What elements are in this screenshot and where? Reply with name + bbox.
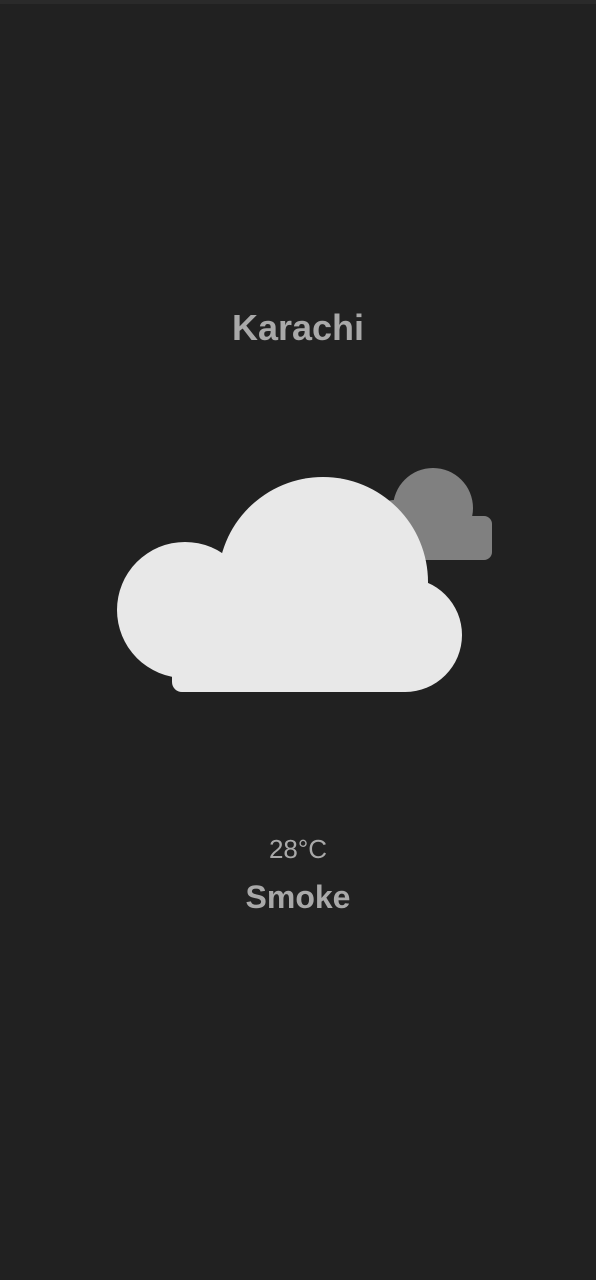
cloudy-icon <box>117 468 492 692</box>
status-bar-edge <box>0 0 596 4</box>
temperature-label: 28°C <box>268 834 328 864</box>
weather-condition-label: Smoke <box>245 879 351 915</box>
city-name: Karachi <box>231 307 365 348</box>
